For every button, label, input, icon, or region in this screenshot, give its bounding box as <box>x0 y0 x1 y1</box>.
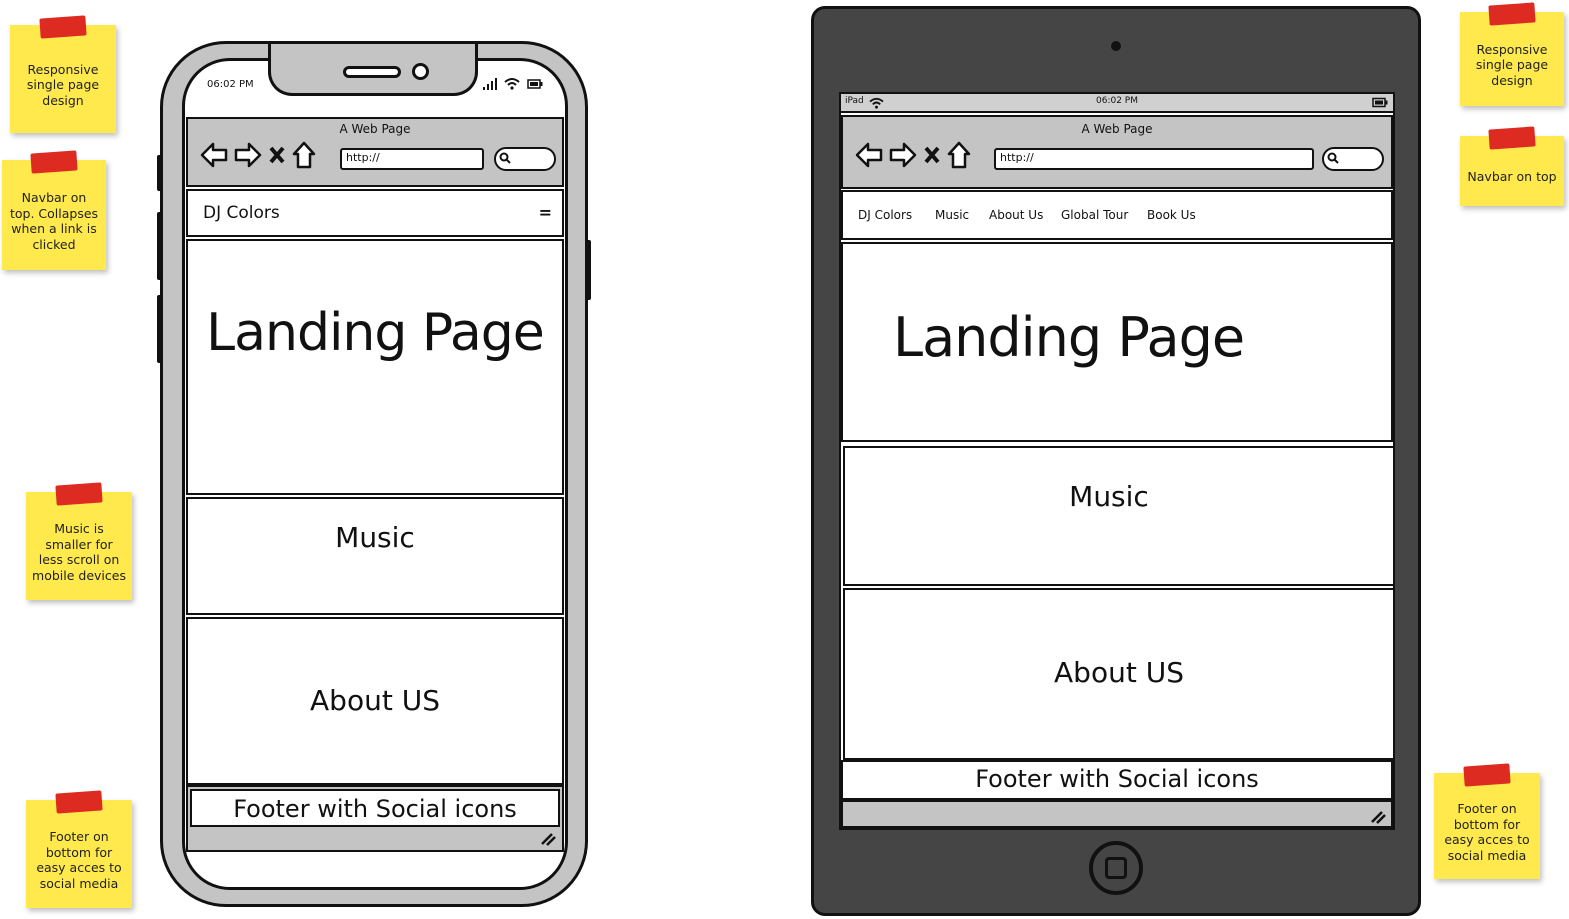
phone-browser-chrome: A Web Page http:// <box>186 117 564 187</box>
note-phone-music: Music is smaller for less scroll on mobi… <box>26 482 132 600</box>
about-heading: About US <box>310 684 440 717</box>
phone-music-section: Music <box>186 497 564 615</box>
about-heading: About US <box>1054 656 1184 689</box>
phone-navbar: DJ Colors = <box>186 189 564 237</box>
phone-landing-section: Landing Page <box>186 239 564 495</box>
forward-arrow-icon[interactable] <box>889 142 917 168</box>
tablet-navbar: DJ Colors Music About Us Global Tour Boo… <box>841 190 1393 240</box>
note-tablet-footer: Footer on bottom for easy acces to socia… <box>1434 763 1540 879</box>
tape <box>55 790 103 814</box>
phone-power-button <box>586 240 591 300</box>
browser-title: A Web Page <box>339 122 411 136</box>
note-tablet-responsive: Responsive single page design <box>1460 2 1564 106</box>
phone-footer-bar: Footer with Social icons <box>186 785 564 852</box>
url-input[interactable]: http:// <box>994 148 1314 170</box>
url-input[interactable]: http:// <box>340 148 484 170</box>
camera-icon <box>1111 41 1121 51</box>
tape <box>30 150 78 174</box>
tablet-music-section: Music <box>843 446 1395 586</box>
home-icon[interactable] <box>947 141 971 169</box>
tape <box>1488 126 1536 150</box>
tablet-status-time: 06:02 PM <box>1096 96 1138 106</box>
nav-brand[interactable]: DJ Colors <box>858 208 912 222</box>
tablet-landing-section: Landing Page <box>841 242 1393 442</box>
phone-status-time: 06:02 PM <box>207 79 254 90</box>
landing-heading: Landing Page <box>893 306 1245 369</box>
close-x-icon[interactable] <box>923 144 941 166</box>
note-phone-responsive: Responsive single page design <box>10 15 116 133</box>
battery-icon <box>527 79 543 89</box>
signal-icon <box>483 78 497 90</box>
landing-heading: Landing Page <box>206 303 545 363</box>
tablet-about-section: About US <box>843 588 1395 760</box>
forward-arrow-icon[interactable] <box>234 142 262 168</box>
resize-grip-icon[interactable] <box>1370 810 1386 824</box>
note-tablet-navbar: Navbar on top <box>1460 126 1564 206</box>
music-heading: Music <box>1069 480 1149 513</box>
phone-volume-down <box>157 295 162 363</box>
back-arrow-icon[interactable] <box>200 142 228 168</box>
browser-title: A Web Page <box>1081 122 1153 136</box>
phone-side-button <box>157 155 162 191</box>
tablet-browser-chrome: A Web Page http:// <box>841 115 1393 189</box>
tape <box>1463 763 1511 787</box>
close-x-icon[interactable] <box>268 144 286 166</box>
hamburger-menu-icon[interactable]: = <box>539 203 552 222</box>
tablet-footer: Footer with Social icons <box>841 760 1393 800</box>
nav-about-us[interactable]: About Us <box>989 208 1043 222</box>
music-heading: Music <box>335 521 415 554</box>
footer-text: Footer with Social icons <box>233 795 517 823</box>
battery-icon <box>1372 97 1388 108</box>
phone-about-section: About US <box>186 617 564 785</box>
nav-music[interactable]: Music <box>935 208 969 222</box>
note-phone-footer: Footer on bottom for easy acces to socia… <box>26 790 132 908</box>
speaker-icon <box>343 66 401 78</box>
phone-footer: Footer with Social icons <box>190 789 560 827</box>
phone-volume-up <box>157 212 162 280</box>
tablet-status-bar: iPad 06:02 PM <box>841 94 1393 113</box>
camera-icon <box>412 63 429 80</box>
footer-text: Footer with Social icons <box>975 765 1259 793</box>
home-icon[interactable] <box>292 141 316 169</box>
tape <box>1488 2 1536 26</box>
wifi-icon <box>504 78 520 90</box>
tape <box>55 482 103 506</box>
home-button-icon <box>1105 857 1127 879</box>
note-phone-navbar: Navbar on top. Collapses when a link is … <box>2 150 106 270</box>
search-icon <box>499 152 511 164</box>
nav-global-tour[interactable]: Global Tour <box>1061 208 1128 222</box>
tablet-bottom-bar <box>841 800 1393 828</box>
search-input[interactable] <box>1322 147 1384 171</box>
tape <box>39 15 87 39</box>
brand-link[interactable]: DJ Colors <box>203 203 280 223</box>
back-arrow-icon[interactable] <box>855 142 883 168</box>
nav-book-us[interactable]: Book Us <box>1147 208 1196 222</box>
resize-grip-icon[interactable] <box>540 832 556 846</box>
search-input[interactable] <box>494 147 556 171</box>
search-icon <box>1327 152 1339 164</box>
